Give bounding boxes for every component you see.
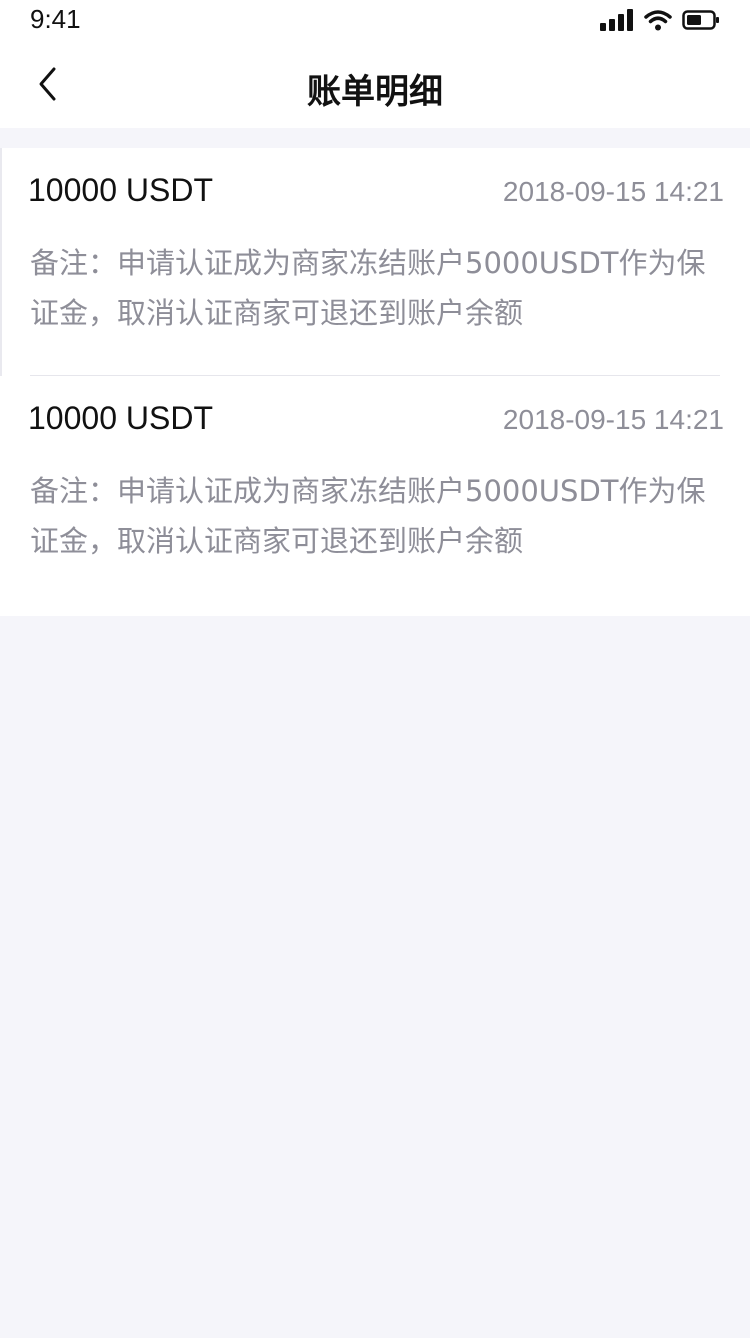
card-edge xyxy=(0,148,2,376)
bill-list: 10000 USDT 2018-09-15 14:21 备注：申请认证成为商家冻… xyxy=(0,148,750,616)
record-time: 2018-09-15 14:21 xyxy=(502,404,724,435)
record-time: 2018-09-15 14:21 xyxy=(502,176,724,207)
record-amount: 10000 USDT xyxy=(28,400,213,436)
record-amount: 10000 USDT xyxy=(28,172,213,208)
record-note: 备注：申请认证成为商家冻结账户5000USDT作为保证金，取消认证商家可退还到账… xyxy=(30,474,706,558)
bill-record[interactable]: 10000 USDT 2018-09-15 14:21 备注：申请认证成为商家冻… xyxy=(0,148,750,376)
status-time: 9:41 xyxy=(30,4,81,34)
status-bar: 9:41 xyxy=(0,0,750,40)
signal-icon xyxy=(600,9,633,31)
bill-record[interactable]: 10000 USDT 2018-09-15 14:21 备注：申请认证成为商家冻… xyxy=(0,376,750,616)
record-note: 备注：申请认证成为商家冻结账户5000USDT作为保证金，取消认证商家可退还到账… xyxy=(30,246,706,330)
wifi-icon xyxy=(644,10,672,31)
nav-bar: 账单明细 xyxy=(0,40,750,128)
page-title: 账单明细 xyxy=(307,72,443,112)
status-icons xyxy=(600,8,720,32)
battery-icon xyxy=(682,10,719,30)
